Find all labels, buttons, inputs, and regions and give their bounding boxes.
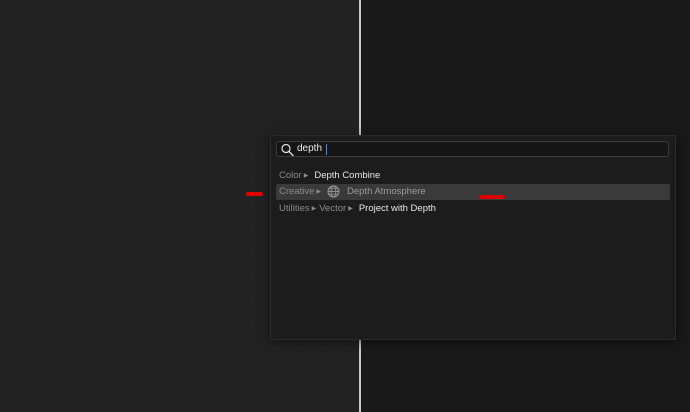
caret-right-icon: ▶ (311, 205, 317, 212)
result-item-project-with-depth[interactable]: Utilities ▶ Vector ▶ Project with Depth (276, 200, 670, 216)
result-item-depth-atmosphere[interactable]: Creative ▶ Depth Atmosphere (276, 183, 670, 200)
result-name: Depth Combine (314, 169, 381, 181)
result-list: Color ▶ Depth Combine Creative ▶ Depth A… (276, 167, 670, 217)
globe-icon (327, 185, 340, 198)
caret-right-icon: ▶ (348, 205, 353, 212)
search-icon (281, 143, 294, 157)
annotation-mark-left (246, 192, 263, 196)
caret-right-icon: ▶ (303, 172, 309, 179)
app-window: Color ▶ Depth Combine Creative ▶ Depth A… (0, 0, 690, 412)
caret-right-icon: ▶ (316, 189, 321, 195)
search-input[interactable] (297, 142, 657, 156)
annotation-mark-right (479, 195, 505, 199)
result-name: Project with Depth (358, 202, 436, 214)
search-box[interactable] (276, 141, 669, 157)
result-item-depth-combine[interactable]: Color ▶ Depth Combine (276, 167, 670, 183)
result-category: Utilities (279, 202, 310, 214)
text-caret (326, 144, 327, 155)
result-subcategory: Vector (319, 202, 347, 214)
node-search-popup: Color ▶ Depth Combine Creative ▶ Depth A… (270, 135, 676, 340)
result-name: Depth Atmosphere (347, 186, 426, 197)
result-category: Color (279, 169, 302, 181)
result-category: Creative (279, 186, 315, 197)
